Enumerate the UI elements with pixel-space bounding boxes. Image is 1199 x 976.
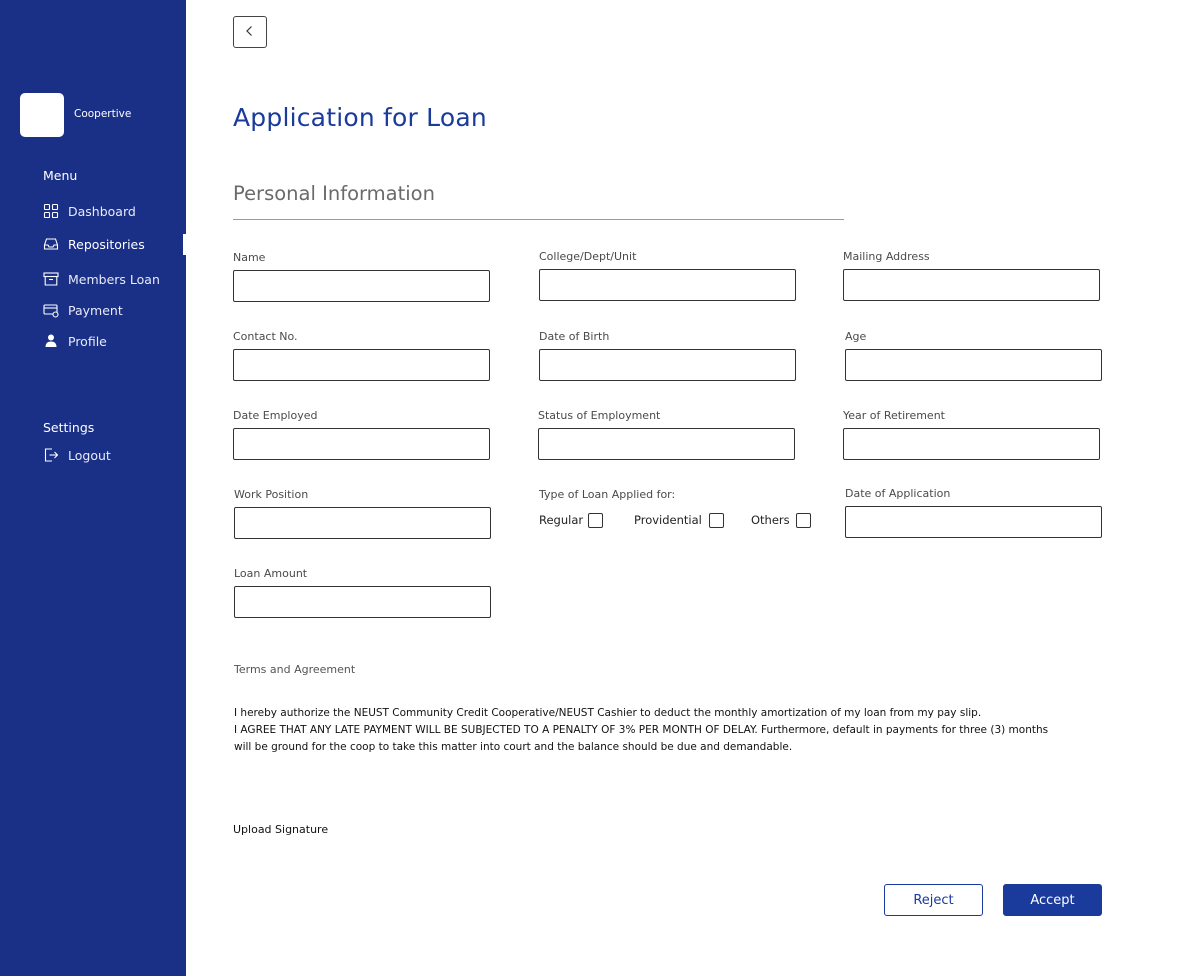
loan-type-others-label: Others — [751, 513, 790, 527]
date-of-birth-label: Date of Birth — [539, 330, 610, 343]
loan-amount-field[interactable] — [234, 586, 491, 618]
work-position-field[interactable] — [234, 507, 491, 539]
loan-type-regular-checkbox[interactable] — [588, 513, 603, 528]
sidebar-item-label: Repositories — [68, 236, 145, 252]
terms-line: I hereby authorize the NEUST Community C… — [234, 707, 982, 719]
status-of-employment-label: Status of Employment — [538, 409, 661, 422]
name-field[interactable] — [233, 270, 490, 302]
contact-no-field[interactable] — [233, 349, 490, 381]
settings-section-title: Settings — [43, 420, 95, 435]
divider — [233, 219, 844, 220]
section-heading: Personal Information — [233, 182, 435, 205]
terms-text: I hereby authorize the NEUST Community C… — [234, 705, 1064, 756]
date-of-application-label: Date of Application — [845, 487, 951, 500]
mailing-address-field[interactable] — [843, 269, 1100, 301]
sidebar-item-label: Dashboard — [68, 203, 136, 219]
sidebar-item-members-loan[interactable]: Members Loan — [43, 270, 160, 288]
sidebar-item-dashboard[interactable]: Dashboard — [43, 202, 136, 220]
loan-type-others-checkbox[interactable] — [796, 513, 811, 528]
status-of-employment-field[interactable] — [538, 428, 795, 460]
loan-type-regular-label: Regular — [539, 513, 584, 527]
sidebar-item-repositories[interactable]: Repositories — [43, 235, 145, 253]
accept-button[interactable]: Accept — [1003, 884, 1102, 916]
terms-line: will be ground for the coop to take this… — [234, 741, 793, 753]
sidebar-item-label: Logout — [68, 447, 111, 463]
age-field[interactable] — [845, 349, 1102, 381]
loan-type-label: Type of Loan Applied for: — [539, 488, 676, 501]
brand-name: Coopertive — [74, 108, 132, 120]
menu-section-title: Menu — [43, 168, 78, 183]
sidebar-item-label: Payment — [68, 302, 123, 318]
reject-button[interactable]: Reject — [884, 884, 983, 916]
work-position-label: Work Position — [234, 488, 309, 501]
contact-no-label: Contact No. — [233, 330, 298, 343]
date-of-birth-field[interactable] — [539, 349, 796, 381]
age-label: Age — [845, 330, 867, 343]
college-label: College/Dept/Unit — [539, 250, 637, 263]
mailing-address-label: Mailing Address — [843, 250, 930, 263]
sidebar: Coopertive Menu Dashboard Repositories M… — [0, 0, 186, 976]
logo — [20, 93, 64, 137]
grid-icon — [43, 203, 59, 219]
sidebar-item-profile[interactable]: Profile — [43, 332, 107, 350]
active-indicator — [183, 234, 186, 255]
loan-type-providential-checkbox[interactable] — [709, 513, 724, 528]
payment-icon — [43, 302, 59, 318]
logout-icon — [43, 447, 59, 463]
archive-icon — [43, 271, 59, 287]
sidebar-item-label: Profile — [68, 333, 107, 349]
loan-type-providential-label: Providential — [634, 513, 702, 527]
upload-signature-link[interactable]: Upload Signature — [233, 823, 328, 836]
college-field[interactable] — [539, 269, 796, 301]
back-button[interactable] — [233, 16, 267, 48]
date-employed-field[interactable] — [233, 428, 490, 460]
page-title: Application for Loan — [233, 103, 487, 132]
loan-amount-label: Loan Amount — [234, 567, 308, 580]
year-of-retirement-field[interactable] — [843, 428, 1100, 460]
date-of-application-field[interactable] — [845, 506, 1102, 538]
year-of-retirement-label: Year of Retirement — [843, 409, 945, 422]
sidebar-item-label: Members Loan — [68, 271, 160, 287]
name-label: Name — [233, 251, 266, 264]
chevron-left-icon — [244, 25, 256, 40]
terms-line: I AGREE THAT ANY LATE PAYMENT WILL BE SU… — [234, 724, 1049, 736]
sidebar-item-logout[interactable]: Logout — [43, 446, 111, 464]
inbox-icon — [43, 236, 59, 252]
terms-title: Terms and Agreement — [234, 663, 356, 676]
date-employed-label: Date Employed — [233, 409, 318, 422]
sidebar-item-payment[interactable]: Payment — [43, 301, 123, 319]
user-icon — [43, 333, 59, 349]
